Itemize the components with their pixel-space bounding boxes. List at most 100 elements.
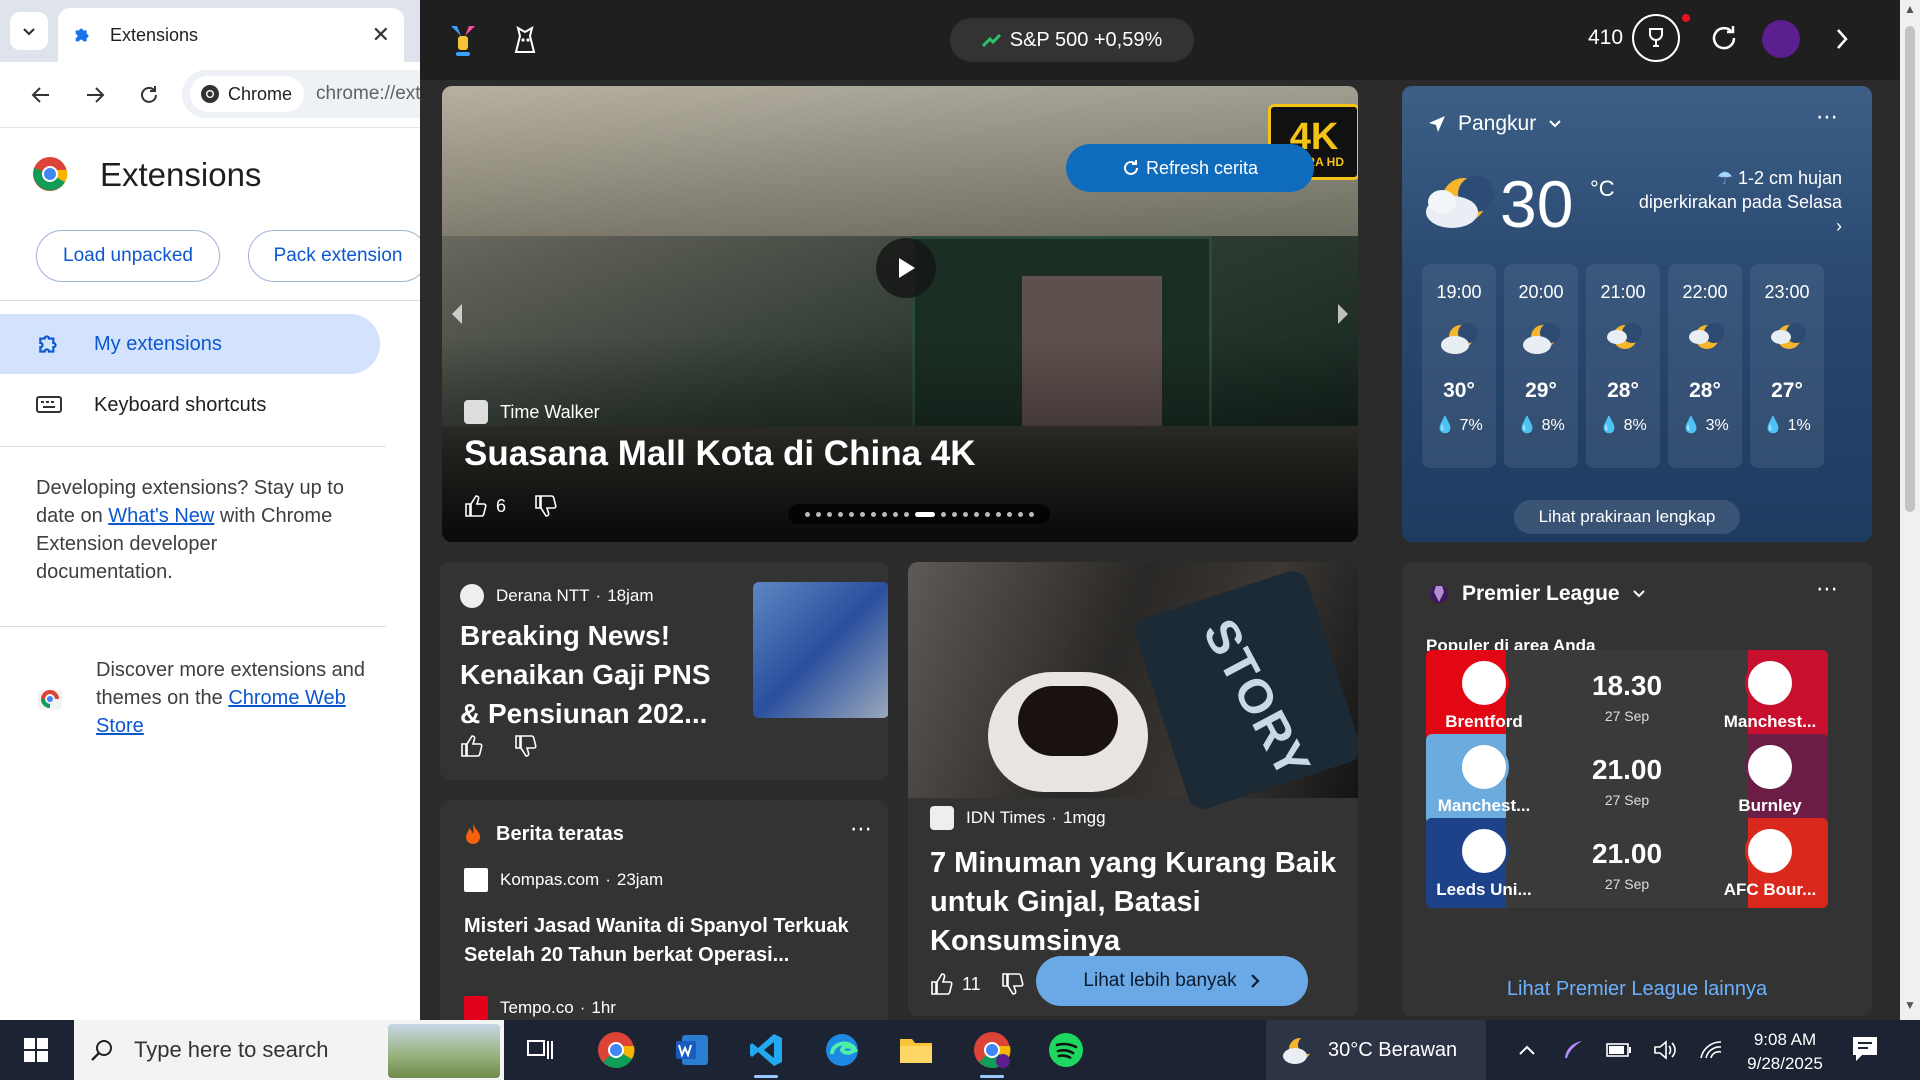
taskbar-chrome-profile[interactable] (968, 1026, 1016, 1078)
url-text[interactable]: chrome://extensions (316, 83, 420, 105)
carousel-prev-icon[interactable] (450, 302, 464, 326)
taskbar-clock[interactable]: 9:08 AM 9/28/2025 (1730, 1028, 1840, 1076)
news-card-idn[interactable]: STORY IDN Times · 1mgg 7 Minuman yang Ku… (908, 562, 1358, 1016)
carousel-dot[interactable] (1028, 511, 1034, 517)
thumbs-down-icon[interactable] (1001, 972, 1025, 996)
carousel-dot[interactable] (995, 511, 1001, 517)
carousel-dot[interactable] (859, 511, 865, 517)
match-row[interactable]: Leeds Uni... AFC Bour... 21.00 27 Sep (1426, 818, 1828, 908)
carousel-dot[interactable] (804, 511, 810, 517)
more-premier-league-link[interactable]: Lihat Premier League lainnya (1402, 978, 1872, 1001)
carousel-dot[interactable] (815, 511, 821, 517)
taskbar-word[interactable] (668, 1026, 716, 1074)
hourly-forecast[interactable]: 22:00 28° 💧 3% (1668, 264, 1742, 468)
carousel-dot[interactable] (962, 511, 968, 517)
address-bar[interactable]: Chrome chrome://extensions (182, 70, 420, 118)
hero-video-card[interactable]: 4K ULTRA HD Refresh cerita Time Walker Su… (442, 86, 1358, 542)
top-news-card[interactable]: Berita teratas ⋯ Kompas.com · 23jam Mist… (440, 800, 888, 1020)
tab-extensions[interactable]: Extensions ✕ (58, 8, 404, 62)
avatar[interactable] (1762, 20, 1800, 58)
taskbar-edge[interactable] (818, 1026, 866, 1074)
carousel-dot[interactable] (837, 511, 843, 517)
pack-extension-button[interactable]: Pack extension (248, 230, 420, 282)
carousel-dot[interactable] (951, 511, 957, 517)
volume-icon[interactable] (1642, 1020, 1688, 1080)
forward-button[interactable] (72, 72, 118, 118)
match-row[interactable]: Brentford Manchest... 18.30 27 Sep (1426, 650, 1828, 740)
site-chip[interactable]: Chrome (190, 76, 305, 112)
taskbar-weather[interactable]: 30°C Berawan (1266, 1020, 1486, 1080)
game-icon[interactable] (510, 22, 540, 56)
more-options-icon[interactable]: ⋯ (1816, 104, 1838, 130)
whats-new-link[interactable]: What's New (108, 505, 214, 527)
carousel-next-icon[interactable] (1336, 302, 1350, 326)
wifi-icon[interactable] (1688, 1020, 1734, 1080)
refresh-stories-button[interactable]: Refresh cerita (1066, 144, 1314, 192)
carousel-dot[interactable] (984, 511, 990, 517)
refresh-icon[interactable] (1708, 22, 1740, 54)
hourly-forecast[interactable]: 23:00 27° 💧 1% (1750, 264, 1824, 468)
news-title[interactable]: Misteri Jasad Wanita di Spanyol Terkuak … (464, 912, 874, 970)
see-more-button[interactable]: Lihat lebih banyak (1036, 956, 1308, 1006)
pen-icon[interactable] (1550, 1020, 1596, 1080)
more-options-icon[interactable]: ⋯ (850, 816, 872, 842)
taskbar-spotify[interactable] (1042, 1026, 1090, 1074)
taskbar-vscode[interactable] (742, 1026, 790, 1078)
show-hidden-icons[interactable] (1504, 1020, 1550, 1080)
widgets-scrollbar[interactable]: ▲ ▼ (1900, 0, 1920, 1020)
carousel-dot[interactable] (903, 511, 909, 517)
taskbar-file-explorer[interactable] (892, 1026, 940, 1074)
weather-location[interactable]: Pangkur (1428, 112, 1562, 136)
back-button[interactable] (18, 72, 64, 118)
full-forecast-button[interactable]: Lihat prakiraan lengkap (1514, 500, 1740, 534)
scrollbar-thumb[interactable] (1905, 26, 1915, 512)
taskbar-search[interactable]: Type here to search (74, 1020, 504, 1080)
carousel-dot[interactable] (870, 511, 876, 517)
widgets-logo-icon[interactable] (448, 22, 478, 58)
scroll-up-icon[interactable]: ▲ (1904, 2, 1916, 16)
taskbar-chrome[interactable] (592, 1026, 640, 1074)
more-options-icon[interactable]: ⋯ (1816, 576, 1838, 602)
carousel-dot[interactable] (940, 511, 946, 517)
carousel-dot[interactable] (881, 511, 887, 517)
carousel-dot[interactable] (973, 511, 979, 517)
weather-card[interactable]: Pangkur ⋯ 30 °C ☂ 1-2 cm hujan diperkira… (1402, 86, 1872, 542)
reload-button[interactable] (126, 72, 172, 118)
news-card-derana[interactable]: Derana NTT · 18jam Breaking News! Kenaik… (440, 562, 888, 780)
hourly-forecast[interactable]: 21:00 28° 💧 8% (1586, 264, 1660, 468)
carousel-dot[interactable] (1017, 511, 1023, 517)
thumbs-down-icon[interactable] (514, 734, 538, 758)
carousel-dot[interactable] (1006, 511, 1012, 517)
stock-ticker[interactable]: S&P 500 +0,59% (950, 18, 1194, 62)
rewards-button[interactable] (1632, 14, 1680, 62)
thumbs-down-icon[interactable] (534, 494, 558, 518)
carousel-dot[interactable] (914, 511, 935, 517)
premier-league-card[interactable]: Premier League ⋯ Populer di area Anda Br… (1402, 562, 1872, 1016)
hero-title[interactable]: Suasana Mall Kota di China 4K (464, 434, 976, 474)
battery-icon[interactable] (1596, 1020, 1642, 1080)
news-title[interactable]: 7 Minuman yang Kurang Baik untuk Ginjal,… (930, 844, 1350, 961)
match-row[interactable]: Manchest... Burnley 21.00 27 Sep (1426, 734, 1828, 824)
sidebar-item-keyboard-shortcuts[interactable]: Keyboard shortcuts (0, 376, 380, 434)
thumbs-up-icon[interactable] (464, 494, 488, 518)
thumbs-up-icon[interactable] (930, 972, 954, 996)
chevron-right-icon[interactable] (1832, 24, 1852, 54)
start-button[interactable] (0, 1020, 72, 1080)
hourly-forecast[interactable]: 19:00 30° 💧 7% (1422, 264, 1496, 468)
premier-league-header[interactable]: Premier League (1428, 582, 1646, 606)
news-title[interactable]: Breaking News! Kenaikan Gaji PNS & Pensi… (460, 616, 730, 733)
thumbs-up-icon[interactable] (460, 734, 484, 758)
carousel-dot[interactable] (892, 511, 898, 517)
close-tab-icon[interactable]: ✕ (372, 22, 390, 48)
play-button[interactable] (876, 238, 936, 298)
sidebar-item-my-extensions[interactable]: My extensions (0, 314, 380, 374)
carousel-dot[interactable] (848, 511, 854, 517)
task-view-button[interactable] (516, 1026, 564, 1074)
load-unpacked-button[interactable]: Load unpacked (36, 230, 220, 282)
tab-search-button[interactable] (10, 12, 48, 50)
notification-center-icon[interactable] (1850, 1034, 1880, 1064)
hourly-forecast[interactable]: 20:00 29° 💧 8% (1504, 264, 1578, 468)
carousel-dot[interactable] (826, 511, 832, 517)
scroll-down-icon[interactable]: ▼ (1904, 998, 1916, 1012)
rain-forecast[interactable]: ☂ 1-2 cm hujan diperkirakan pada Selasa … (1632, 166, 1842, 238)
